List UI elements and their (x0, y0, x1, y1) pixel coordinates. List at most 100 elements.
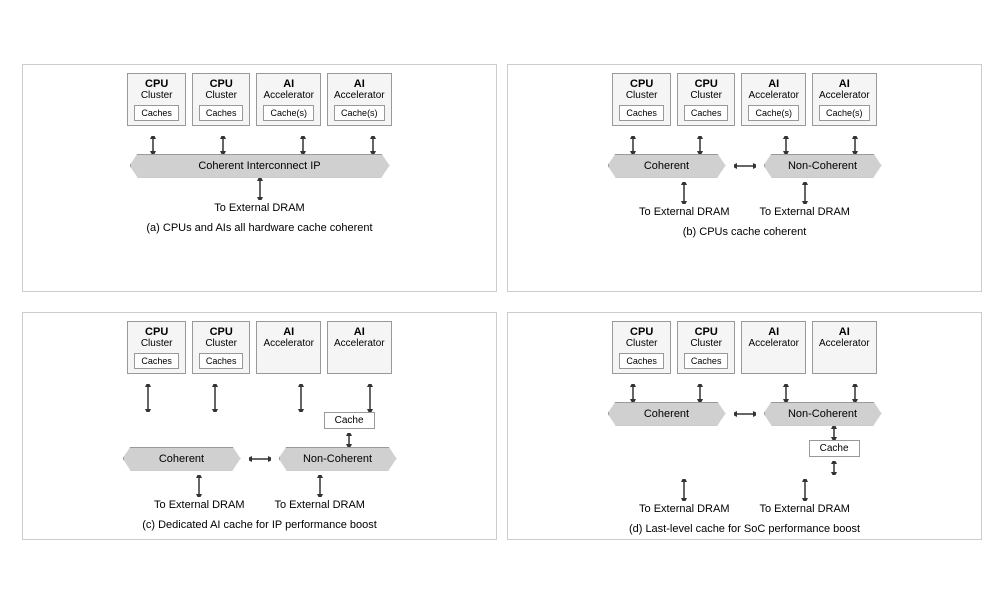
coherent-d: Coherent (608, 402, 726, 426)
arrows-a-bottom (120, 178, 400, 200)
unit-sub: Accelerator (819, 90, 870, 101)
cache-extra-col-d: Cache (809, 426, 860, 475)
cache-box: Caches (684, 105, 729, 121)
unit-title: AI (768, 78, 779, 90)
unit-title: CPU (695, 78, 718, 90)
cpu-cluster-1-d: CPU Cluster Caches (612, 321, 671, 374)
cache-box: Caches (199, 105, 244, 121)
cache-box: Caches (134, 353, 179, 369)
diagram-a: CPU Cluster Caches CPU Cluster Caches AI… (22, 64, 497, 292)
ai-acc-2-a: AI Accelerator Cache(s) (327, 73, 392, 126)
coherent-label-d: Coherent (644, 408, 689, 420)
caption-d: (d) Last-level cache for SoC performance… (629, 523, 860, 535)
arrow-c-bottom-left (189, 475, 209, 497)
interconnects-b: Coherent Non-Coherent (608, 154, 882, 178)
cache-extra-c: Cache (324, 412, 375, 429)
cpu-cluster-1-c: CPU Cluster Caches (127, 321, 186, 374)
unit-title: AI (839, 78, 850, 90)
cache-box: Cache(s) (748, 105, 799, 121)
main-container: CPU Cluster Caches CPU Cluster Caches AI… (12, 54, 992, 550)
dram-col-right-c: To External DRAM (275, 475, 365, 513)
unit-sub: Accelerator (263, 338, 314, 349)
unit-title: CPU (145, 326, 168, 338)
dram-col-left-d: To External DRAM (639, 479, 729, 517)
arrow-b-bottom-right (795, 182, 815, 204)
ai-acc-1-c: AI Accelerator (256, 321, 321, 374)
arrow-d-bottom-left (674, 479, 694, 501)
interconnect-label-a: Coherent Interconnect IP (198, 160, 320, 172)
cpu-cluster-1-b: CPU Cluster Caches (612, 73, 671, 126)
unit-sub: Cluster (205, 338, 237, 349)
ai-acc-1-a: AI Accelerator Cache(s) (256, 73, 321, 126)
non-coherent-b: Non-Coherent (764, 154, 882, 178)
ai-acc-2-c: AI Accelerator (327, 321, 392, 374)
unit-sub: Accelerator (334, 90, 385, 101)
unit-title: CPU (210, 326, 233, 338)
ai-acc-2-b: AI Accelerator Cache(s) (812, 73, 877, 126)
diagram-d: CPU Cluster Caches CPU Cluster Caches AI… (507, 312, 982, 540)
diagram-b: CPU Cluster Caches CPU Cluster Caches AI… (507, 64, 982, 292)
dram-label-c-left: To External DRAM (154, 499, 244, 511)
arrow-d-bottom-right (795, 479, 815, 501)
unit-sub: Accelerator (334, 338, 385, 349)
unit-sub: Cluster (626, 90, 658, 101)
caption-c: (c) Dedicated AI cache for IP performanc… (142, 519, 377, 531)
top-boxes-c: CPU Cluster Caches CPU Cluster Caches AI… (127, 321, 391, 374)
arrow-d-cache-up (824, 426, 844, 440)
dram-label-a: To External DRAM (214, 202, 304, 214)
cache-box: Caches (199, 353, 244, 369)
unit-title: AI (354, 326, 365, 338)
unit-title: AI (354, 78, 365, 90)
coherent-b: Coherent (608, 154, 726, 178)
cache-extra-row-c: Cache (115, 412, 405, 447)
interconnects-d: Coherent Non-Coherent (608, 402, 882, 426)
coherent-label-b: Coherent (644, 160, 689, 172)
cache-box: Caches (684, 353, 729, 369)
coherent-label-c: Coherent (159, 453, 204, 465)
cache-box: Cache(s) (263, 105, 314, 121)
dram-col-left-b: To External DRAM (639, 182, 729, 220)
arrow-d-cache-down (824, 461, 844, 475)
caption-b: (b) CPUs cache coherent (683, 226, 807, 238)
interconnects-c: Coherent Non-Coherent (123, 447, 397, 471)
h-arrow-d (734, 404, 756, 424)
h-arrow-b (734, 156, 756, 176)
non-coherent-label-c: Non-Coherent (303, 453, 372, 465)
unit-sub: Cluster (141, 90, 173, 101)
top-boxes-b: CPU Cluster Caches CPU Cluster Caches AI… (612, 73, 876, 126)
dram-label-d-right: To External DRAM (760, 503, 850, 515)
cache-extra-row-d: Cache (600, 426, 890, 475)
unit-sub: Accelerator (263, 90, 314, 101)
unit-title: AI (283, 78, 294, 90)
h-arrow-c (249, 449, 271, 469)
unit-title: CPU (210, 78, 233, 90)
unit-sub: Cluster (141, 338, 173, 349)
non-coherent-d: Non-Coherent (764, 402, 882, 426)
dram-col-right-d: To External DRAM (760, 479, 850, 517)
cpu-cluster-2-b: CPU Cluster Caches (677, 73, 736, 126)
cache-box: Caches (134, 105, 179, 121)
cache-box: Cache(s) (334, 105, 385, 121)
unit-title: CPU (630, 326, 653, 338)
unit-sub: Cluster (205, 90, 237, 101)
arrows-c-top-row (115, 384, 405, 412)
cpu-cluster-2-c: CPU Cluster Caches (192, 321, 251, 374)
arrow-c-bottom-right (310, 475, 330, 497)
cpu-cluster-1-a: CPU Cluster Caches (127, 73, 186, 126)
unit-title: AI (839, 326, 850, 338)
cache-box: Caches (619, 105, 664, 121)
unit-title: AI (768, 326, 779, 338)
cache-box: Cache(s) (819, 105, 870, 121)
top-boxes-d: CPU Cluster Caches CPU Cluster Caches AI… (612, 321, 876, 374)
unit-sub: Accelerator (748, 90, 799, 101)
ai-acc-1-d: AI Accelerator (741, 321, 806, 374)
dram-row-d: To External DRAM To External DRAM (639, 479, 850, 517)
arrow-c-cache-down (339, 433, 359, 447)
dram-row-c: To External DRAM To External DRAM (154, 475, 365, 513)
unit-sub: Cluster (626, 338, 658, 349)
unit-sub: Cluster (690, 338, 722, 349)
dram-label-b-left: To External DRAM (639, 206, 729, 218)
dram-label-c-right: To External DRAM (275, 499, 365, 511)
non-coherent-label-b: Non-Coherent (788, 160, 857, 172)
coherent-c: Coherent (123, 447, 241, 471)
